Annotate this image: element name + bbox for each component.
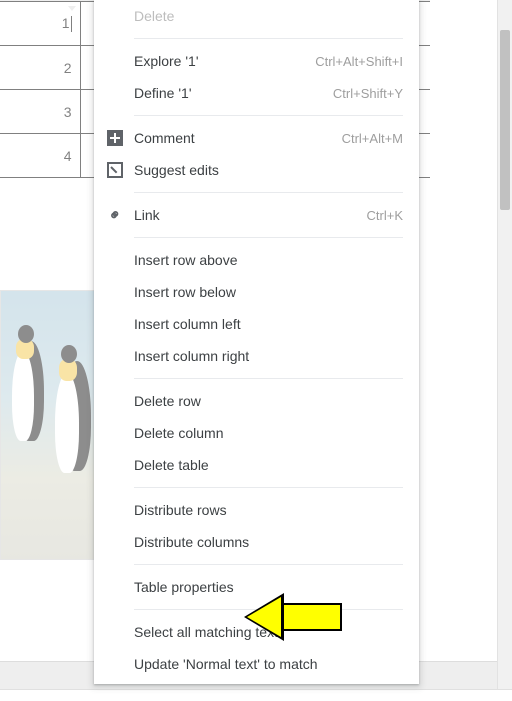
shortcut-label: Ctrl+Alt+Shift+I — [315, 54, 403, 69]
menu-comment[interactable]: CommentCtrl+Alt+M — [94, 122, 419, 154]
menu-separator — [134, 192, 403, 193]
menu-delete-column[interactable]: Delete column — [94, 417, 419, 449]
menu-separator — [134, 38, 403, 39]
vertical-scrollbar[interactable] — [497, 0, 512, 689]
menu-separator — [134, 237, 403, 238]
link-icon: ⚭ — [102, 202, 127, 227]
menu-define[interactable]: Define '1'Ctrl+Shift+Y — [94, 77, 419, 109]
menu-insert-column-right[interactable]: Insert column right — [94, 340, 419, 372]
menu-insert-column-left[interactable]: Insert column left — [94, 308, 419, 340]
menu-separator — [134, 115, 403, 116]
menu-separator — [134, 487, 403, 488]
menu-delete-row[interactable]: Delete row — [94, 385, 419, 417]
menu-link[interactable]: ⚭LinkCtrl+K — [94, 199, 419, 231]
menu-separator — [134, 378, 403, 379]
shortcut-label: Ctrl+Shift+Y — [333, 86, 403, 101]
menu-select-matching-text[interactable]: Select all matching text — [94, 616, 419, 648]
shortcut-label: Ctrl+Alt+M — [342, 131, 403, 146]
menu-table-properties[interactable]: Table properties — [94, 571, 419, 603]
menu-delete-table[interactable]: Delete table — [94, 449, 419, 481]
menu-update-normal-text[interactable]: Update 'Normal text' to match — [94, 648, 419, 680]
shortcut-label: Ctrl+K — [367, 208, 403, 223]
menu-distribute-rows[interactable]: Distribute rows — [94, 494, 419, 526]
comment-icon — [106, 129, 124, 147]
menu-separator — [134, 609, 403, 610]
menu-insert-row-below[interactable]: Insert row below — [94, 276, 419, 308]
menu-delete: Delete — [94, 0, 419, 32]
menu-suggest-edits[interactable]: Suggest edits — [94, 154, 419, 186]
bottom-bar — [0, 689, 512, 701]
menu-distribute-columns[interactable]: Distribute columns — [94, 526, 419, 558]
menu-insert-row-above[interactable]: Insert row above — [94, 244, 419, 276]
context-menu: Delete Explore '1'Ctrl+Alt+Shift+I Defin… — [94, 0, 419, 684]
suggest-edits-icon — [106, 161, 124, 179]
menu-separator — [134, 564, 403, 565]
scrollbar-thumb[interactable] — [500, 30, 510, 210]
menu-explore[interactable]: Explore '1'Ctrl+Alt+Shift+I — [94, 45, 419, 77]
